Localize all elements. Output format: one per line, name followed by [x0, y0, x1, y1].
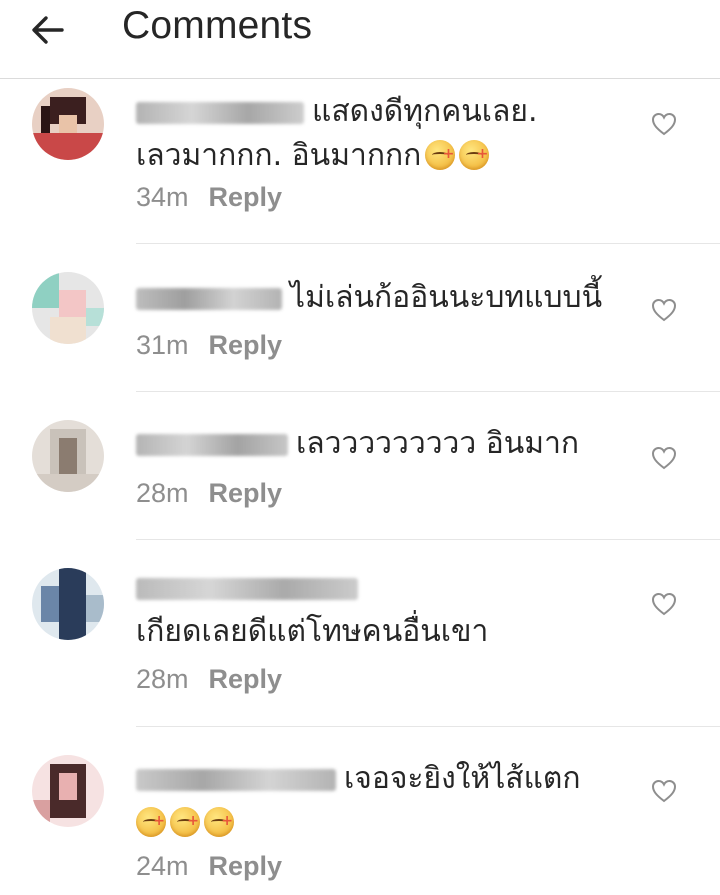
avatar-image	[32, 420, 104, 492]
username-blurred[interactable]	[136, 433, 288, 456]
avatar[interactable]	[32, 420, 104, 492]
avatar[interactable]	[32, 272, 104, 344]
timestamp: 28m	[136, 664, 189, 694]
comment-meta: 28m Reply	[136, 478, 282, 509]
heart-icon[interactable]	[651, 592, 677, 616]
page-title: Comments	[122, 4, 313, 47]
comment-text: เลววววววววว อินมาก	[136, 422, 616, 466]
emoji-icon	[136, 799, 166, 843]
avatar[interactable]	[32, 88, 104, 160]
divider	[136, 539, 720, 540]
comment-meta: 24m Reply	[136, 851, 282, 882]
reply-button[interactable]: Reply	[209, 182, 283, 212]
timestamp: 34m	[136, 182, 189, 212]
divider	[136, 391, 720, 392]
comment-text: แสดงดีทุกคนเลย. เลวมากกก. อินมากกก	[136, 90, 616, 178]
reply-button[interactable]: Reply	[209, 330, 283, 360]
username-blurred[interactable]	[136, 577, 358, 600]
emoji-icon	[170, 799, 200, 843]
emoji-icon	[459, 132, 490, 176]
divider	[136, 243, 720, 244]
avatar-image	[32, 568, 104, 640]
comment-text: ไม่เล่นก้ออินนะบทแบบนี้	[136, 276, 616, 320]
emoji-icon	[204, 799, 234, 843]
avatar[interactable]	[32, 568, 104, 640]
comment-text: เกียดเลยดีแต่โทษคนอื่นเขา	[136, 566, 616, 654]
avatar-image	[32, 88, 104, 160]
comment-meta: 34m Reply	[136, 182, 282, 213]
avatar-image	[32, 755, 104, 827]
timestamp: 28m	[136, 478, 189, 508]
username-blurred[interactable]	[136, 768, 336, 791]
timestamp: 31m	[136, 330, 189, 360]
reply-button[interactable]: Reply	[209, 851, 283, 881]
heart-icon[interactable]	[651, 298, 677, 322]
comment-text: เจอจะยิงให้ไส้แตก	[136, 757, 616, 845]
heart-icon[interactable]	[651, 779, 677, 803]
avatar[interactable]	[32, 755, 104, 827]
username-blurred[interactable]	[136, 287, 282, 310]
comment-meta: 28m Reply	[136, 664, 282, 695]
arrow-left-icon[interactable]	[28, 10, 68, 50]
top-bar: Comments	[0, 0, 720, 79]
divider	[136, 726, 720, 727]
reply-button[interactable]: Reply	[209, 478, 283, 508]
avatar-image	[32, 272, 104, 344]
emoji-icon	[425, 132, 456, 176]
heart-icon[interactable]	[651, 112, 677, 136]
reply-button[interactable]: Reply	[209, 664, 283, 694]
timestamp: 24m	[136, 851, 189, 881]
heart-icon[interactable]	[651, 446, 677, 470]
username-blurred[interactable]	[136, 101, 304, 124]
comment-meta: 31m Reply	[136, 330, 282, 361]
